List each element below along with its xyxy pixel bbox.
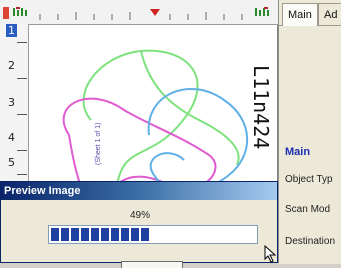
- properties-panel: Main Ad Main Object Typ Scan Mod Destina…: [278, 0, 341, 264]
- sheet-note: (Sheet 1 of 1): [95, 122, 102, 165]
- ruler-number: 1: [6, 24, 17, 37]
- ruler-number: 3: [8, 96, 15, 109]
- progress-percent: 49%: [129, 210, 150, 221]
- preview-dialog: Preview Image 49%: [0, 181, 278, 268]
- panel-body: Main Object Typ Scan Mod Destination: [279, 25, 341, 264]
- progress-bar: [48, 225, 258, 244]
- ruler-scale: [39, 12, 243, 20]
- progress-block: [91, 228, 99, 241]
- progress-block: [51, 228, 59, 241]
- tab-main[interactable]: Main: [282, 3, 318, 26]
- scan-mode-label: Scan Mod: [285, 204, 331, 215]
- horizontal-ruler[interactable]: [0, 0, 278, 25]
- ruler-number: 5: [8, 156, 15, 169]
- tab-advanced[interactable]: Ad: [318, 3, 341, 26]
- right-margin-marker-icon[interactable]: [254, 6, 274, 18]
- progress-block: [131, 228, 139, 241]
- progress-block: [121, 228, 129, 241]
- knot-label: L11n424: [249, 65, 273, 150]
- section-title: Main: [285, 146, 311, 158]
- ruler-corner-marker: [3, 7, 9, 19]
- left-margin-marker-icon[interactable]: [12, 6, 32, 18]
- mouse-cursor-icon: [264, 245, 277, 263]
- progress-block: [101, 228, 109, 241]
- progress-block: [111, 228, 119, 241]
- object-type-label: Object Typ: [285, 174, 333, 185]
- ruler-number: 4: [8, 131, 15, 144]
- progress-block: [61, 228, 69, 241]
- ruler-number: 2: [8, 59, 15, 72]
- dialog-title[interactable]: Preview Image: [1, 182, 277, 200]
- progress-fill: [51, 228, 255, 241]
- progress-block: [141, 228, 149, 241]
- cancel-button[interactable]: [121, 261, 183, 268]
- progress-block: [81, 228, 89, 241]
- destination-label: Destination: [285, 236, 336, 247]
- progress-block: [71, 228, 79, 241]
